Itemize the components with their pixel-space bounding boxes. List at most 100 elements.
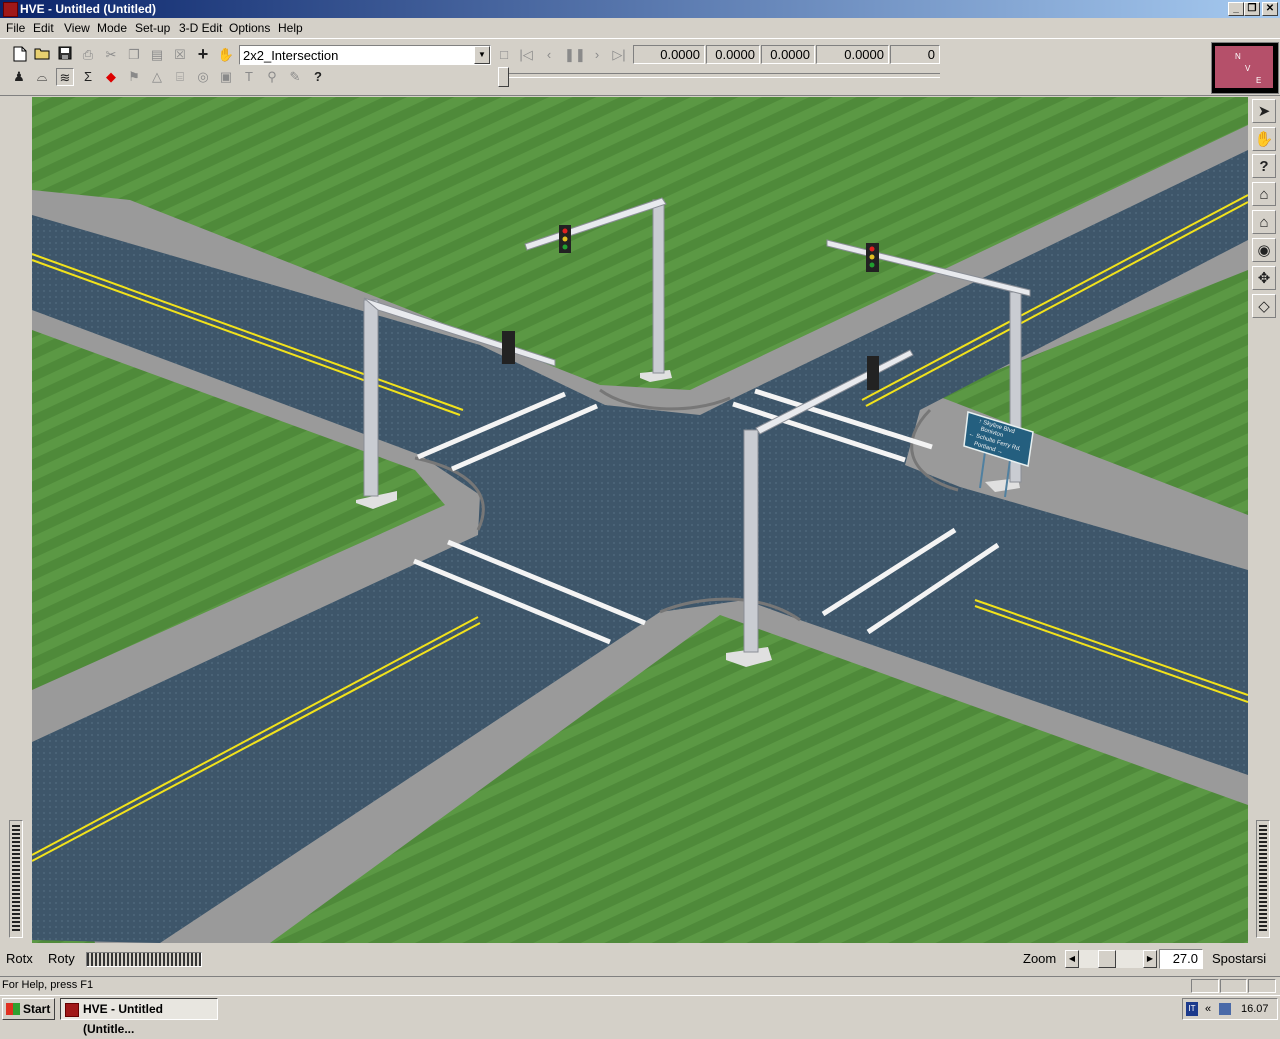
- left-view-slider[interactable]: [9, 820, 23, 938]
- cylinder-icon[interactable]: ⌸: [171, 68, 189, 86]
- restore-button[interactable]: ❐: [1244, 2, 1260, 16]
- step-back-icon[interactable]: ‹: [540, 46, 558, 64]
- compass-widget[interactable]: N V E: [1211, 42, 1279, 94]
- pan-hand-icon[interactable]: ✋: [1252, 127, 1276, 151]
- clock: 16.07: [1241, 1003, 1269, 1015]
- pause-icon[interactable]: ❚❚: [564, 46, 586, 64]
- time-slider-thumb[interactable]: [498, 67, 509, 87]
- vehicle-icon[interactable]: ⌓: [33, 68, 51, 86]
- stop-icon[interactable]: □: [495, 46, 513, 64]
- paste-icon[interactable]: ▤: [148, 46, 166, 64]
- chevron-down-icon[interactable]: ▼: [474, 46, 490, 64]
- copy-icon[interactable]: ❐: [125, 46, 143, 64]
- cube-icon[interactable]: ◇: [1252, 294, 1276, 318]
- hand-icon[interactable]: ✋: [217, 46, 235, 64]
- zoom-thumb[interactable]: [1098, 950, 1116, 968]
- eye-icon[interactable]: ◉: [1252, 238, 1276, 262]
- time-slider-track[interactable]: [500, 73, 940, 78]
- question-icon[interactable]: ?: [1252, 154, 1276, 178]
- taskbar-item-label: HVE - Untitled (Untitle...: [83, 1002, 163, 1036]
- taskbar-item-hve[interactable]: HVE - Untitled (Untitle...: [60, 998, 218, 1036]
- readout-4: 0.0000: [816, 45, 889, 64]
- cut-icon[interactable]: ✂: [102, 46, 120, 64]
- red-arrows-icon[interactable]: ◆: [102, 68, 120, 86]
- left-slider-grip: [12, 825, 20, 931]
- 3d-viewport[interactable]: ↑ Skyline Blvd Bonivton ← Schulte Ferry …: [32, 97, 1248, 943]
- t-icon[interactable]: T: [240, 68, 258, 86]
- target-icon[interactable]: ◎: [194, 68, 212, 86]
- compass-north: N: [1235, 52, 1241, 61]
- status-pane-1: [1191, 979, 1219, 993]
- status-pane-3: [1248, 979, 1276, 993]
- menu-help[interactable]: Help: [278, 21, 303, 35]
- chevron-right-icon[interactable]: ▶: [1143, 950, 1157, 968]
- network-icon[interactable]: [1219, 1003, 1231, 1015]
- rotx-label: Rotx: [6, 951, 33, 966]
- environment-select-value: 2x2_Intersection: [243, 48, 339, 63]
- close-button[interactable]: ✕: [1262, 2, 1278, 16]
- menu-bar: File Edit View Mode Set-up 3-D Edit Opti…: [0, 18, 1280, 38]
- start-button[interactable]: Start: [2, 998, 55, 1020]
- pointer-icon[interactable]: ➤: [1252, 99, 1276, 123]
- menu-view[interactable]: View: [64, 21, 90, 35]
- menu-3d-edit[interactable]: 3-D Edit: [179, 21, 222, 35]
- status-bar: For Help, press F1: [0, 976, 1280, 995]
- open-folder-icon[interactable]: [33, 46, 51, 64]
- menu-mode[interactable]: Mode: [97, 21, 127, 35]
- delete-icon[interactable]: ☒: [171, 46, 189, 64]
- app-icon: [3, 2, 18, 17]
- cone-icon[interactable]: △: [148, 68, 166, 86]
- roty-label: Roty: [48, 951, 75, 966]
- right-view-slider[interactable]: [1256, 820, 1270, 938]
- home-edit-icon[interactable]: ⌂: [1252, 210, 1276, 234]
- hve-app-icon: [65, 1003, 79, 1017]
- menu-edit[interactable]: Edit: [33, 21, 54, 35]
- minimize-button[interactable]: _: [1228, 2, 1244, 16]
- zoom-value-field[interactable]: 27.0: [1159, 949, 1203, 969]
- home-icon[interactable]: ⌂: [1252, 182, 1276, 206]
- compass-face: N V E: [1215, 46, 1273, 88]
- print-icon[interactable]: ⎙: [79, 46, 97, 64]
- help-icon[interactable]: ?: [309, 68, 327, 86]
- move-icon[interactable]: ✥: [1252, 266, 1276, 290]
- zoom-label: Zoom: [1023, 951, 1057, 966]
- compass-east: E: [1256, 76, 1262, 85]
- readout-5: 0: [890, 45, 940, 64]
- compass-vertical: V: [1245, 64, 1251, 73]
- add-icon[interactable]: +: [194, 45, 212, 63]
- pan-label: Spostarsi: [1212, 951, 1267, 966]
- intersection-scene: ↑ Skyline Blvd Bonivton ← Schulte Ferry …: [32, 97, 1248, 943]
- tool-icon[interactable]: ✎: [286, 68, 304, 86]
- status-help-text: For Help, press F1: [2, 979, 94, 991]
- environment-icon[interactable]: ≋: [56, 68, 74, 86]
- environment-select[interactable]: 2x2_Intersection ▼: [239, 45, 491, 65]
- window-title: HVE - Untitled (Untitled): [20, 2, 156, 16]
- step-forward-icon[interactable]: ›: [588, 46, 606, 64]
- flag-icon[interactable]: ⚑: [125, 68, 143, 86]
- sigma-icon[interactable]: Σ: [79, 68, 97, 86]
- system-tray: IT « 16.07: [1182, 998, 1278, 1020]
- traffic-light-west: [502, 331, 515, 364]
- pin-icon[interactable]: ⚲: [263, 68, 281, 86]
- box-icon[interactable]: ▣: [217, 68, 235, 86]
- end-icon[interactable]: ▷|: [610, 46, 628, 64]
- tray-expand-chevron[interactable]: «: [1205, 999, 1211, 1019]
- new-file-icon[interactable]: [11, 46, 29, 64]
- menu-options[interactable]: Options: [229, 21, 270, 35]
- start-label: Start: [23, 1002, 51, 1016]
- menu-file[interactable]: File: [6, 21, 25, 35]
- rewind-icon[interactable]: |◁: [517, 46, 535, 64]
- title-bar: HVE - Untitled (Untitled) _ ❐ ✕: [0, 0, 1280, 18]
- traffic-light-south: [867, 356, 879, 390]
- readout-2: 0.0000: [706, 45, 760, 64]
- language-indicator[interactable]: IT: [1186, 1002, 1198, 1016]
- event-icon[interactable]: ♟: [10, 68, 28, 86]
- readout-1: 0.0000: [633, 45, 705, 64]
- windows-logo-icon: [6, 1003, 20, 1015]
- save-icon[interactable]: [56, 46, 74, 64]
- roty-slider[interactable]: [86, 952, 202, 967]
- right-toolbar: ➤ ✋ ? ⌂ ⌂ ◉ ✥ ◇: [1250, 97, 1278, 943]
- status-pane-2: [1220, 979, 1247, 993]
- menu-setup[interactable]: Set-up: [135, 21, 170, 35]
- chevron-left-icon[interactable]: ◀: [1065, 950, 1079, 968]
